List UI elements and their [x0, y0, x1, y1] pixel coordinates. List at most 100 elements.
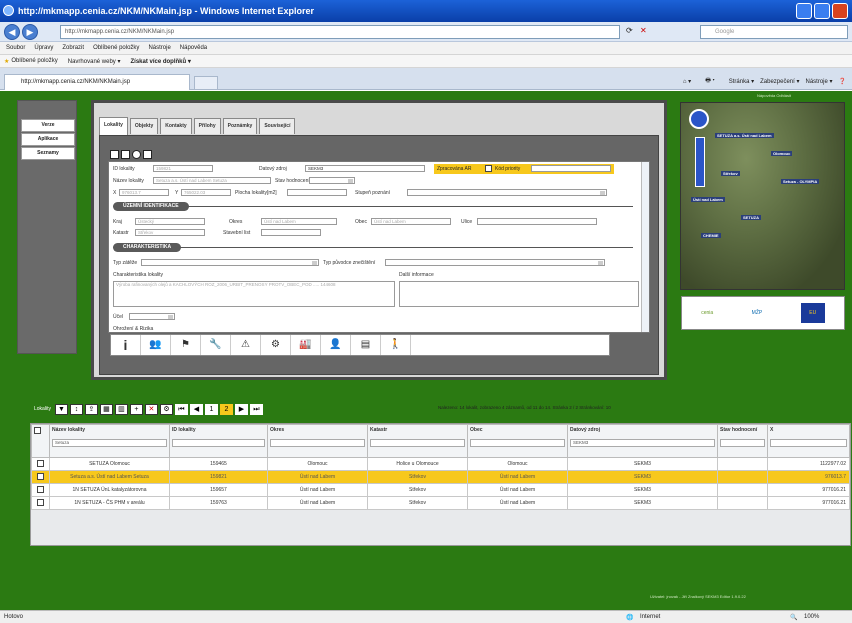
y-field[interactable]: 765022.03: [181, 189, 231, 196]
print-icon[interactable]: 🖶 ▾: [705, 76, 715, 86]
add-icon[interactable]: +: [129, 403, 143, 415]
stop-icon[interactable]: ✕: [640, 26, 647, 35]
row-checkbox[interactable]: [37, 459, 44, 467]
map-label[interactable]: Setuza - OLYMPIA: [781, 179, 820, 184]
tools-menu[interactable]: Nástroje ▾: [805, 78, 832, 85]
tab-kontakty[interactable]: Kontakty: [160, 118, 192, 134]
col-nazev[interactable]: Název lokality Setuza: [49, 424, 170, 458]
help-icon[interactable]: ❓: [839, 78, 846, 85]
next-page-icon[interactable]: ▶: [234, 403, 248, 415]
area-field[interactable]: [287, 189, 347, 196]
source-field[interactable]: SEKM3: [305, 165, 425, 172]
person-icon[interactable]: 👤: [321, 335, 351, 355]
suggested-sites-link[interactable]: Navrhované weby ▾: [68, 58, 121, 65]
col-id[interactable]: ID lokality: [169, 424, 268, 458]
filter-id[interactable]: [172, 439, 265, 447]
search-input[interactable]: Google: [700, 25, 848, 39]
col-okres[interactable]: Okres: [267, 424, 368, 458]
back-icon[interactable]: ◀: [4, 24, 20, 40]
last-page-icon[interactable]: ⏭: [249, 403, 263, 415]
filter-zdroj[interactable]: SEKM3: [570, 439, 715, 447]
select-all-checkbox[interactable]: [34, 427, 41, 434]
filter-okres[interactable]: [270, 439, 365, 447]
prev-page-icon[interactable]: ◀: [189, 403, 203, 415]
filter-obec[interactable]: [470, 439, 565, 447]
filter-x[interactable]: [770, 439, 847, 447]
map-label[interactable]: Ústí nad Labem: [691, 197, 725, 202]
edit-icon[interactable]: [143, 149, 152, 159]
menu-tools[interactable]: Nástroje: [148, 45, 170, 51]
addons-link[interactable]: Získat více doplňků ▾: [130, 58, 190, 65]
walker-icon[interactable]: 🚶: [381, 335, 411, 355]
menu-favorites[interactable]: Oblíbené položky: [93, 45, 139, 51]
safety-menu[interactable]: Zabezpečení ▾: [760, 78, 799, 85]
page-2[interactable]: 2: [219, 403, 233, 415]
priority-field[interactable]: [531, 165, 611, 172]
processed-checkbox[interactable]: [485, 165, 492, 172]
id-field[interactable]: 159821: [153, 165, 213, 172]
col-stav[interactable]: Stav hodnocení: [717, 424, 768, 458]
typ-select[interactable]: [141, 259, 319, 266]
menu-edit[interactable]: Úpravy: [34, 45, 53, 51]
globe-icon[interactable]: [132, 149, 141, 159]
document-icon[interactable]: ▤: [351, 335, 381, 355]
table-icon[interactable]: ▦: [99, 403, 113, 415]
menu-file[interactable]: Soubor: [6, 45, 25, 51]
tab-prilohy[interactable]: Přílohy: [193, 118, 221, 134]
zoom-icon[interactable]: 🔍: [790, 614, 797, 621]
first-page-icon[interactable]: ⏮: [174, 403, 188, 415]
okres-field[interactable]: Ústí nad Labem: [261, 218, 337, 225]
col-zdroj[interactable]: Datový zdroj SEKM3: [567, 424, 718, 458]
tab-lokality[interactable]: Lokality: [99, 116, 128, 136]
nav-aplikace[interactable]: Aplikace: [21, 133, 75, 146]
kraj-field[interactable]: Ústecký: [135, 218, 205, 225]
close-button[interactable]: [832, 3, 848, 19]
gear-icon[interactable]: ⚙: [261, 335, 291, 355]
refresh-icon[interactable]: ⟳: [626, 26, 633, 35]
columns-icon[interactable]: ▥: [114, 403, 128, 415]
katastr-field[interactable]: Střekov: [135, 229, 205, 236]
ucel-select[interactable]: [129, 313, 175, 320]
nav-seznamy[interactable]: Seznamy: [21, 147, 75, 160]
row-checkbox[interactable]: [37, 498, 44, 506]
stav-field[interactable]: [261, 229, 321, 236]
sort-icon[interactable]: ↕: [69, 403, 83, 415]
favorites-label[interactable]: Oblíbené položky: [11, 58, 57, 64]
url-input[interactable]: http://mkmapp.cenia.cz/NKM/NKMain.jsp: [60, 25, 620, 39]
filter-katastr[interactable]: [370, 439, 465, 447]
state-select[interactable]: [309, 177, 355, 184]
select-all-cell[interactable]: [31, 424, 50, 458]
table-row[interactable]: 1N SETUZA ÚnL katalyzátorovna 159657 Úst…: [31, 483, 850, 497]
col-katastr[interactable]: Katastr: [367, 424, 468, 458]
flag-icon[interactable]: ⚑: [171, 335, 201, 355]
page-menu[interactable]: Stránka ▾: [729, 78, 754, 85]
table-row-selected[interactable]: Setuza a.s. Ústí nad Labem Setuza 159821…: [31, 470, 850, 484]
pan-control-icon[interactable]: [689, 109, 709, 129]
map-label[interactable]: Střekov: [721, 171, 740, 176]
page-1[interactable]: 1: [204, 403, 218, 415]
map-label[interactable]: SETUZA: [741, 215, 761, 220]
info-icon[interactable]: i: [111, 335, 141, 355]
people-icon[interactable]: 👥: [141, 335, 171, 355]
top-links[interactable]: Nápověda Odhlásit: [757, 93, 791, 98]
new-tab-button[interactable]: [194, 76, 218, 90]
factory-icon[interactable]: 🏭: [291, 335, 321, 355]
contam-select[interactable]: [407, 189, 607, 196]
nav-verze[interactable]: Verze: [21, 119, 75, 132]
ulice-field[interactable]: [477, 218, 597, 225]
obec-field[interactable]: Ústí nad Labem: [371, 218, 451, 225]
filter-nazev[interactable]: Setuza: [52, 439, 167, 447]
name-field[interactable]: Setuza a.s. Ústí nad Labem Setuza: [153, 177, 271, 184]
warning-icon[interactable]: ⚠: [231, 335, 261, 355]
charakt-textarea[interactable]: Výroba rafinovaných olejů a KACHLOVÝCH R…: [113, 281, 395, 307]
wrench-icon[interactable]: 🔧: [201, 335, 231, 355]
browser-tab[interactable]: http://mkmapp.cenia.cz/NKM/NKMain.jsp: [4, 74, 190, 90]
tab-souvisejici[interactable]: Související: [259, 118, 296, 134]
home-icon[interactable]: ⌂ ▾: [683, 78, 691, 85]
map-label[interactable]: CHEMIE: [701, 233, 721, 238]
print-form-icon[interactable]: [121, 149, 130, 159]
row-checkbox[interactable]: [37, 472, 44, 480]
zoom-level[interactable]: 100%: [804, 614, 819, 620]
filter-icon[interactable]: ▼: [54, 403, 68, 415]
settings-icon[interactable]: ⚙: [159, 403, 173, 415]
